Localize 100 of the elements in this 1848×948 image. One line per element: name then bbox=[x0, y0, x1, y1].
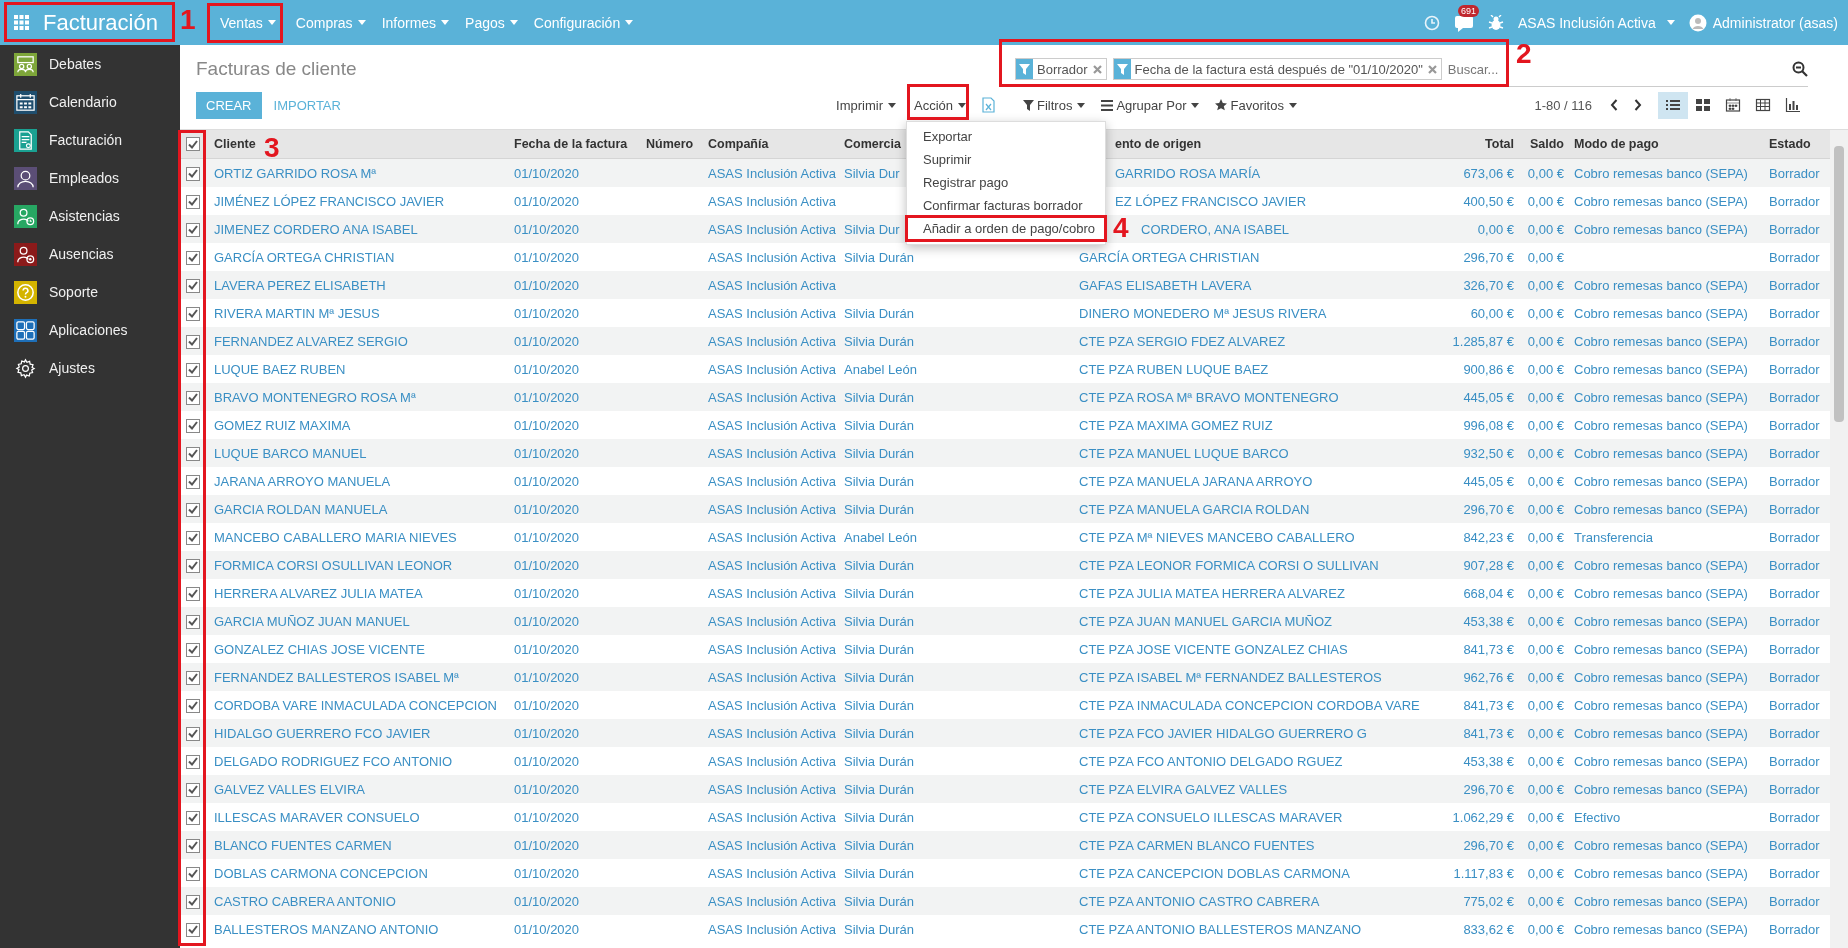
scrollbar[interactable] bbox=[1830, 130, 1848, 948]
list-view-icon bbox=[1665, 97, 1681, 113]
checkbox[interactable] bbox=[186, 698, 200, 713]
checkmark-icon bbox=[188, 421, 198, 431]
checkbox[interactable] bbox=[186, 502, 200, 517]
column-header[interactable]: Fecha de la factura bbox=[510, 130, 642, 159]
sidebar-item[interactable]: Debates bbox=[0, 45, 180, 83]
checkmark-icon bbox=[188, 477, 198, 487]
checkbox[interactable] bbox=[186, 670, 200, 685]
bug-icon bbox=[1488, 14, 1504, 31]
annotation-box bbox=[907, 84, 969, 120]
checkbox[interactable] bbox=[186, 137, 200, 152]
checkbox[interactable] bbox=[186, 866, 200, 881]
column-header[interactable]: Número bbox=[642, 130, 704, 159]
table-cell: Borrador bbox=[1769, 809, 1820, 825]
checkmark-icon bbox=[188, 841, 198, 851]
table-cell: Borrador bbox=[1769, 725, 1820, 741]
table-cell: 0,00 € bbox=[1527, 305, 1564, 321]
table-cell: ASAS Inclusión Activa bbox=[708, 725, 836, 741]
checkbox[interactable] bbox=[186, 334, 200, 349]
table-cell: GALVEZ VALLES ELVIRA bbox=[214, 781, 365, 797]
table-cell: Silvia Durán bbox=[844, 809, 915, 825]
table-cell: Cobro remesas banco (SEPA) bbox=[1574, 641, 1748, 657]
table-cell: 932,50 € bbox=[1463, 445, 1514, 461]
checkbox[interactable] bbox=[186, 418, 200, 433]
table-cell: BLANCO FUENTES CARMEN bbox=[214, 837, 392, 853]
checkbox[interactable] bbox=[186, 642, 200, 657]
favorites-dropdown[interactable]: Favoritos bbox=[1207, 87, 1305, 123]
filters-dropdown[interactable]: Filtros bbox=[1005, 87, 1094, 123]
checkbox[interactable] bbox=[186, 922, 200, 937]
column-header[interactable]: Total bbox=[1420, 130, 1520, 159]
menu-item[interactable]: Registrar pago bbox=[906, 171, 1105, 194]
print-dropdown[interactable]: Imprimir bbox=[828, 87, 904, 123]
menu-item[interactable]: Confirmar facturas borrador bbox=[906, 194, 1105, 217]
table-cell: Silvia Durán bbox=[844, 557, 915, 573]
table-cell: 842,23 € bbox=[1463, 529, 1514, 545]
checkbox[interactable] bbox=[186, 586, 200, 601]
checkbox[interactable] bbox=[186, 614, 200, 629]
table-cell: Silvia Durán bbox=[844, 697, 915, 713]
action-dropdown[interactable]: Acción bbox=[905, 87, 974, 123]
table-cell: RIVERA MARTIN Mª JESUS bbox=[214, 305, 380, 321]
table-cell: Borrador bbox=[1769, 893, 1820, 909]
table-cell: GARCÍA ORTEGA CHRISTIAN bbox=[1079, 249, 1260, 265]
table-cell: GARCIA ROLDAN MANUELA bbox=[214, 501, 388, 517]
table-cell: Silvia Durán bbox=[844, 305, 915, 321]
column-header[interactable]: Estado bbox=[1765, 130, 1830, 159]
table-cell: ASAS Inclusión Activa bbox=[708, 781, 836, 797]
table-cell: Cobro remesas banco (SEPA) bbox=[1574, 165, 1748, 181]
checkbox[interactable] bbox=[186, 810, 200, 825]
table-cell: 453,38 € bbox=[1463, 753, 1514, 769]
table-cell: 01/10/2020 bbox=[514, 333, 580, 349]
column-header[interactable]: Compañía bbox=[704, 130, 840, 159]
view-switch-button[interactable] bbox=[1658, 91, 1688, 119]
checkbox[interactable] bbox=[186, 726, 200, 741]
checkbox[interactable] bbox=[186, 782, 200, 797]
table-cell: Borrador bbox=[1769, 557, 1820, 573]
filter-facet[interactable]: Borrador bbox=[1015, 58, 1107, 80]
sidebar-item[interactable]: Aplicaciones bbox=[0, 311, 180, 349]
lines-icon bbox=[1101, 99, 1114, 111]
group-by-dropdown[interactable]: Agrupar Por bbox=[1093, 87, 1208, 123]
checkbox[interactable] bbox=[186, 558, 200, 573]
sidebar-item[interactable]: Calendario bbox=[0, 83, 180, 121]
table-cell: Cobro remesas banco (SEPA) bbox=[1574, 193, 1748, 209]
checkbox[interactable] bbox=[186, 446, 200, 461]
sidebar-item[interactable]: Asistencias bbox=[0, 197, 180, 235]
table-cell: 668,04 € bbox=[1463, 585, 1514, 601]
table-cell: 01/10/2020 bbox=[514, 837, 580, 853]
sidebar-item[interactable]: Empleados bbox=[0, 159, 180, 197]
table-cell: Silvia Durán bbox=[844, 389, 915, 405]
checkbox[interactable] bbox=[186, 306, 200, 321]
sidebar-item[interactable]: Soporte bbox=[0, 273, 180, 311]
annotation-number: 2 bbox=[1516, 40, 1532, 68]
sidebar-item[interactable]: Ajustes bbox=[0, 349, 180, 387]
column-header[interactable]: Saldo bbox=[1520, 130, 1570, 159]
checkbox[interactable] bbox=[186, 838, 200, 853]
checkbox[interactable] bbox=[186, 390, 200, 405]
checkbox[interactable] bbox=[186, 166, 200, 181]
filter-facet[interactable]: Fecha de la factura está después de "01/10/2020" bbox=[1112, 58, 1442, 80]
table-cell: GARCÍA ORTEGA CHRISTIAN bbox=[214, 249, 395, 265]
checkbox[interactable] bbox=[186, 530, 200, 545]
table-cell: GAFAS ELISABETH LAVERA bbox=[1079, 277, 1252, 293]
table-cell: ASAS Inclusión Activa bbox=[708, 613, 836, 629]
sidebar-item[interactable]: Facturación bbox=[0, 121, 180, 159]
checkbox[interactable] bbox=[186, 894, 200, 909]
table-cell: ASAS Inclusión Activa bbox=[708, 865, 836, 881]
table-cell: Cobro remesas banco (SEPA) bbox=[1574, 725, 1748, 741]
table-cell: Borrador bbox=[1769, 921, 1820, 937]
checkbox[interactable] bbox=[186, 754, 200, 769]
column-header[interactable]: Modo de pago bbox=[1570, 130, 1765, 159]
table-cell: CTE PZA JUAN MANUEL GARCIA MUÑOZ bbox=[1079, 613, 1333, 629]
checkbox[interactable] bbox=[186, 194, 200, 209]
checkbox[interactable] bbox=[186, 474, 200, 489]
checkmark-icon bbox=[188, 673, 198, 683]
checkbox[interactable] bbox=[186, 362, 200, 377]
menu-item[interactable]: Añadir a orden de pago/cobro bbox=[906, 217, 1105, 240]
checkbox[interactable] bbox=[186, 278, 200, 293]
table-cell: JIMÉNEZ LÓPEZ FRANCISCO JAVIER bbox=[214, 193, 445, 209]
checkbox[interactable] bbox=[186, 222, 200, 237]
checkbox[interactable] bbox=[186, 250, 200, 265]
sidebar-item[interactable]: Ausencias bbox=[0, 235, 180, 273]
